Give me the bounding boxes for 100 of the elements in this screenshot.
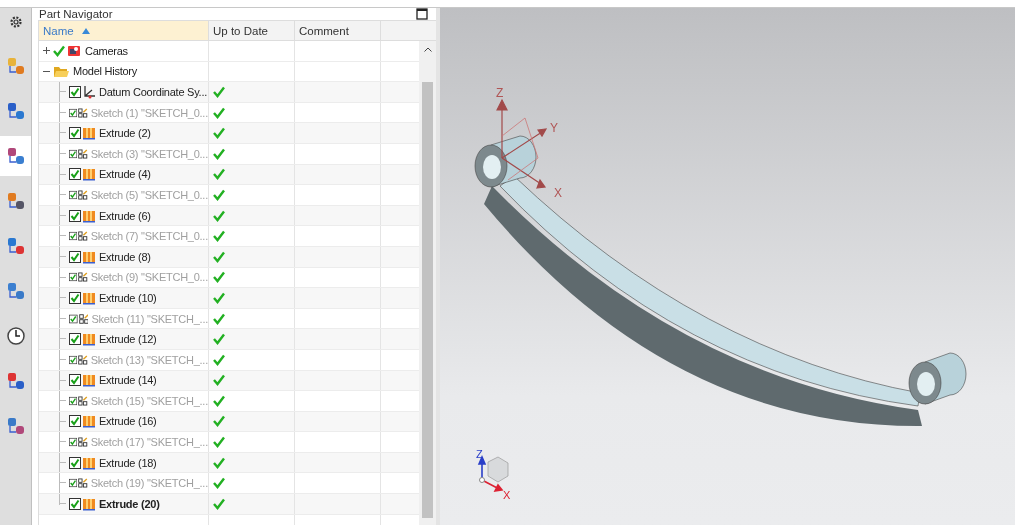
- checkbox[interactable]: [69, 271, 78, 284]
- navigator-tab[interactable]: [0, 136, 31, 176]
- checkbox[interactable]: [69, 333, 81, 346]
- tree-row[interactable]: Datum Coordinate Sy...: [39, 82, 419, 103]
- tree-label: Extrude (16): [99, 415, 157, 428]
- sketch-icon: [78, 393, 88, 408]
- tree-label: Extrude (12): [99, 333, 157, 346]
- axis-label: Z: [496, 86, 504, 100]
- checkbox[interactable]: [69, 436, 78, 449]
- sort-ascending-icon: [81, 27, 90, 34]
- scroll-up-icon[interactable]: [423, 47, 432, 52]
- checkbox[interactable]: [69, 312, 78, 325]
- tree-label: Extrude (18): [99, 456, 157, 469]
- extrude-icon: [82, 290, 96, 305]
- checkbox[interactable]: [69, 394, 78, 407]
- checkbox[interactable]: [69, 477, 78, 490]
- tree-row[interactable]: Extrude (8): [39, 246, 419, 268]
- tree-label: Sketch (9) "SKETCH_0...: [90, 271, 208, 284]
- expand-icon[interactable]: [42, 46, 51, 56]
- tree-label: Extrude (20): [99, 497, 160, 510]
- tree-label: Sketch (19) "SKETCH_...: [90, 477, 208, 490]
- checkbox[interactable]: [69, 147, 78, 160]
- sketch-icon: [78, 270, 88, 285]
- datum-csys-icon: [82, 85, 96, 99]
- tree-row[interactable]: Extrude (2): [39, 123, 419, 144]
- scrollbar[interactable]: [419, 41, 436, 525]
- sketch-icon: [78, 476, 88, 491]
- column-header[interactable]: Comment: [295, 21, 381, 40]
- tree-label: Datum Coordinate Sy...: [99, 86, 207, 98]
- extrude-icon: [82, 455, 96, 470]
- sketch-icon: [78, 352, 88, 367]
- navigator-icon: [5, 146, 26, 166]
- tree-label: Extrude (6): [99, 209, 151, 222]
- tree-label: Model History: [73, 65, 137, 78]
- tree-row[interactable]: Extrude (12): [39, 329, 419, 350]
- column-header[interactable]: Up to Date: [209, 21, 295, 40]
- extrude-icon: [82, 332, 96, 347]
- tree-label: Sketch (7) "SKETCH_0...: [90, 230, 208, 243]
- tree-row[interactable]: Cameras: [39, 41, 419, 62]
- tree-label: Extrude (14): [99, 374, 157, 387]
- sketch-icon: [78, 311, 89, 326]
- folder-icon: [53, 64, 69, 78]
- tree-label: Sketch (17) "SKETCH_...: [90, 436, 208, 449]
- checkbox[interactable]: [69, 497, 81, 510]
- checkbox[interactable]: [69, 168, 81, 181]
- tree-label: Sketch (3) "SKETCH_0...: [90, 147, 208, 160]
- camera-icon: [67, 43, 81, 58]
- extrude-icon: [82, 208, 96, 223]
- tree-label: Extrude (8): [99, 250, 151, 263]
- navigator-icon: [5, 281, 26, 301]
- axis-label: Y: [550, 121, 558, 135]
- checkbox[interactable]: [69, 456, 81, 469]
- checkbox[interactable]: [69, 415, 81, 428]
- checkbox[interactable]: [69, 86, 81, 98]
- navigator-icon: [5, 371, 26, 391]
- tree-row[interactable]: Extrude (6): [39, 205, 419, 227]
- maximize-icon[interactable]: [416, 8, 428, 20]
- extrude-icon: [82, 167, 96, 182]
- tree-row[interactable]: Extrude (14): [39, 370, 419, 392]
- sketch-icon: [78, 435, 88, 450]
- panel-title: Part Navigator: [39, 8, 113, 20]
- scroll-thumb[interactable]: [422, 82, 433, 519]
- tree-label: Extrude (2): [99, 127, 151, 140]
- tree-label: Sketch (1) "SKETCH_0...: [90, 106, 208, 119]
- column-header[interactable]: Name: [39, 21, 209, 40]
- sketch-icon: [78, 105, 88, 120]
- tree-row[interactable]: Extrude (20): [39, 494, 419, 515]
- checkbox[interactable]: [69, 230, 78, 243]
- clock-icon: [5, 326, 26, 346]
- checkbox[interactable]: [69, 209, 81, 222]
- extrude-icon: [82, 373, 96, 388]
- extrude-icon: [82, 496, 96, 511]
- tree-label: Sketch (13) "SKETCH_...: [90, 353, 208, 366]
- extrude-icon: [82, 126, 96, 141]
- checkbox[interactable]: [69, 127, 81, 140]
- navigator-icon: [5, 191, 26, 211]
- navigator-icon: [5, 416, 26, 436]
- checkbox[interactable]: [69, 106, 78, 119]
- checkbox[interactable]: [69, 374, 81, 387]
- axis-label: X: [554, 186, 562, 200]
- tree-row[interactable]: Extrude (4): [39, 164, 419, 186]
- checkbox[interactable]: [69, 291, 81, 304]
- tree-label: Cameras: [85, 44, 128, 57]
- tree-label: Sketch (15) "SKETCH_...: [90, 394, 208, 407]
- settings-icon[interactable]: [8, 15, 23, 29]
- sketch-icon: [78, 187, 88, 202]
- navigator-icon: [5, 101, 26, 121]
- tree-row[interactable]: Extrude (18): [39, 452, 419, 474]
- tree-row[interactable]: Extrude (10): [39, 288, 419, 309]
- checkbox[interactable]: [69, 353, 78, 366]
- checkbox[interactable]: [69, 188, 78, 201]
- sketch-icon: [78, 229, 88, 244]
- sketch-icon: [78, 146, 88, 161]
- tree-label: Sketch (5) "SKETCH_0...: [90, 188, 208, 201]
- triad-label: X: [503, 489, 511, 501]
- tree-label: Sketch (11) "SKETCH_...: [91, 312, 208, 325]
- tree-label: Extrude (10): [99, 291, 157, 304]
- checkbox[interactable]: [69, 250, 81, 263]
- tree-row[interactable]: Extrude (16): [39, 411, 419, 433]
- extrude-icon: [82, 249, 96, 264]
